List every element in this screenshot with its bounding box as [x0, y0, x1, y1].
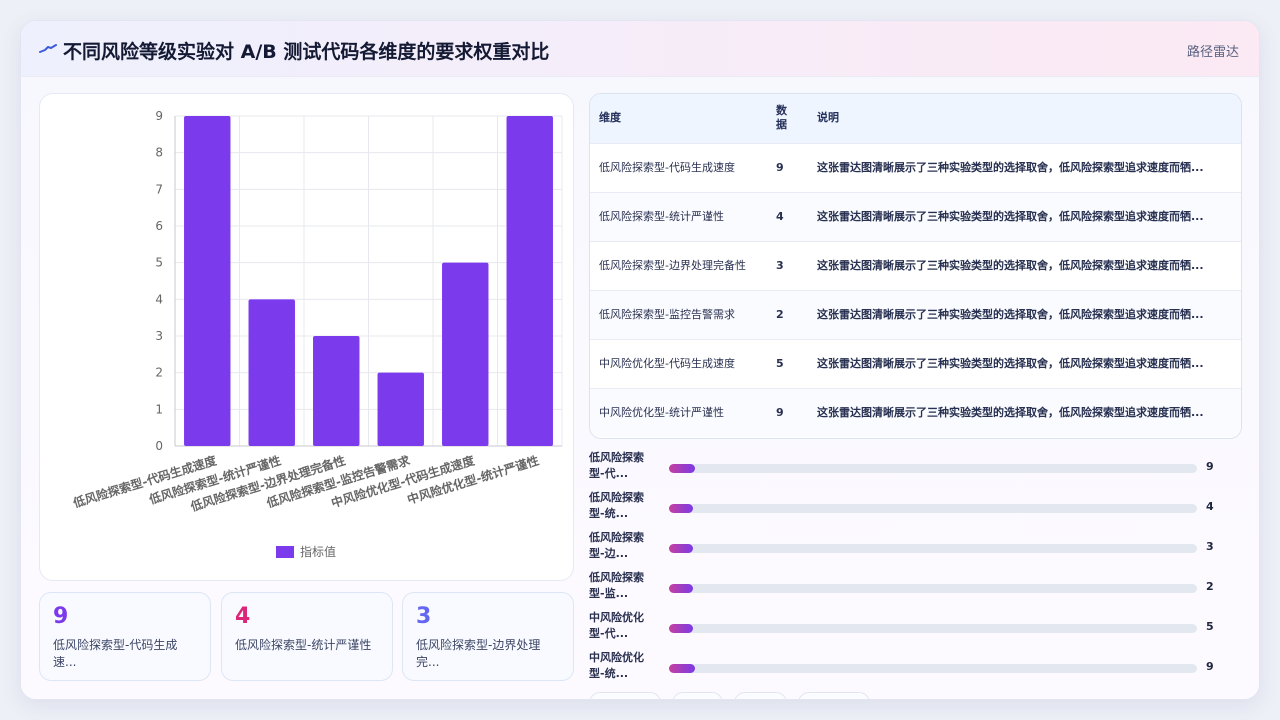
progress-label: 中风险优化型-代...	[589, 611, 644, 640]
cell-note: 这张雷达图清晰展示了三种实验类型的选择取舍，低风险探索型追求速度而牺...	[817, 307, 1204, 321]
progress-label: 低风险探索型-边...	[589, 531, 644, 560]
stat-card-1: 9 低风险探索型-代码生成速...	[39, 592, 211, 681]
bar	[248, 299, 295, 446]
bar	[506, 116, 553, 446]
y-tick-label: 4	[155, 292, 163, 306]
progress-track	[669, 544, 1197, 553]
cell-note: 这张雷达图清晰展示了三种实验类型的选择取舍，低风险探索型追求速度而牺...	[817, 160, 1204, 174]
cell-value: 9	[776, 160, 784, 174]
y-tick-label: 7	[155, 182, 163, 196]
progress-value: 5	[1206, 620, 1214, 633]
cell-value: 5	[776, 356, 784, 370]
progress-value: 9	[1206, 460, 1214, 473]
y-tick-label: 1	[155, 402, 163, 416]
cell-note: 这张雷达图清晰展示了三种实验类型的选择取舍，低风险探索型追求速度而牺...	[817, 356, 1204, 370]
stat-label: 低风险探索型-边界处理完...	[416, 638, 541, 669]
progress-track	[669, 584, 1197, 593]
table-row: 低风险探索型-监控告警需求 2 这张雷达图清晰展示了三种实验类型的选择取舍，低风险探…	[590, 290, 1241, 339]
legend-swatch	[276, 546, 294, 558]
stat-value: 4	[235, 604, 251, 629]
stat-card-2: 4 低风险探索型-统计严谨性	[221, 592, 393, 681]
progress-label: 低风险探索型-监...	[589, 571, 644, 600]
stat-card-3: 3 低风险探索型-边界处理完...	[402, 592, 574, 681]
page-title: 不同风险等级实验对 A/B 测试代码各维度的要求权重对比	[63, 41, 550, 63]
stat-label: 低风险探索型-代码生成速...	[53, 638, 178, 669]
cell-value: 4	[776, 209, 784, 223]
filter-chip-3[interactable]	[734, 692, 787, 699]
bar	[442, 262, 489, 446]
pulse-icon	[39, 44, 57, 53]
bar-chart-panel: 0 1 2 3 4 5 6 7 8 9 低风险探索型-代码生成速度 低风险探索型-统计严谨性 低风险探索…	[39, 93, 574, 581]
cell-dimension: 低风险探索型-统计严谨性	[599, 209, 724, 223]
bar	[377, 372, 424, 446]
progress-track	[669, 624, 1197, 633]
progress-fill	[669, 504, 693, 513]
stat-value: 3	[416, 604, 432, 629]
progress-label: 低风险探索型-代...	[589, 451, 644, 480]
progress-fill	[669, 464, 696, 473]
progress-fill	[669, 584, 693, 593]
progress-fill	[669, 664, 696, 673]
cell-dimension: 低风险探索型-监控告警需求	[599, 307, 735, 321]
progress-fill	[669, 544, 693, 553]
table-row: 低风险探索型-统计严谨性 4 这张雷达图清晰展示了三种实验类型的选择取舍，低风险探索…	[590, 192, 1241, 241]
cell-dimension: 低风险探索型-代码生成速度	[599, 160, 735, 174]
table-row: 中风险优化型-代码生成速度 5 这张雷达图清晰展示了三种实验类型的选择取舍，低风险探…	[590, 339, 1241, 388]
progress-row: 低风险探索型-代... 9	[589, 449, 1242, 487]
progress-fill	[669, 624, 693, 633]
progress-label: 低风险探索型-统...	[589, 491, 644, 520]
progress-row: 低风险探索型-边... 3	[589, 529, 1242, 567]
progress-value: 3	[1206, 540, 1214, 553]
progress-value: 4	[1206, 500, 1214, 513]
cell-note: 这张雷达图清晰展示了三种实验类型的选择取舍，低风险探索型追求速度而牺...	[817, 209, 1204, 223]
column-header-dimension: 维度	[599, 111, 621, 125]
cell-dimension: 中风险优化型-代码生成速度	[599, 356, 735, 370]
progress-row: 低风险探索型-统... 4	[589, 489, 1242, 527]
progress-track	[669, 504, 1197, 513]
filter-chip-2[interactable]	[672, 692, 723, 699]
legend-label: 指标值	[300, 544, 336, 559]
stat-label: 低风险探索型-统计严谨性	[235, 638, 372, 652]
bar-chart: 0123456789低风险探索型-代码生成速度低风险探索型-统计严谨性低风险探索…	[70, 109, 563, 559]
header-bar: 不同风险等级实验对 A/B 测试代码各维度的要求权重对比 路径雷达	[21, 21, 1259, 77]
y-tick-label: 9	[155, 109, 163, 123]
cell-value: 2	[776, 307, 784, 321]
data-table-panel: 维度 数据 说明 低风险探索型-代码生成速度 9 这张雷达图清晰展示了三种实验类型的…	[589, 93, 1242, 439]
table-row: 低风险探索型-代码生成速度 9 这张雷达图清晰展示了三种实验类型的选择取舍，低风险探…	[590, 143, 1241, 192]
bar	[313, 336, 360, 446]
y-tick-label: 5	[155, 256, 163, 270]
cell-note: 这张雷达图清晰展示了三种实验类型的选择取舍，低风险探索型追求速度而牺...	[817, 405, 1204, 419]
bar	[184, 116, 231, 446]
table-row: 低风险探索型-边界处理完备性 3 这张雷达图清晰展示了三种实验类型的选择取舍，低风险…	[590, 241, 1241, 290]
y-tick-label: 3	[155, 329, 163, 343]
progress-track	[669, 464, 1197, 473]
progress-row: 中风险优化型-代... 5	[589, 609, 1242, 647]
stat-value: 9	[53, 604, 69, 629]
progress-label: 中风险优化型-统...	[589, 651, 644, 680]
cell-dimension: 中风险优化型-统计严谨性	[599, 405, 724, 419]
y-tick-label: 0	[155, 439, 163, 453]
cell-dimension: 低风险探索型-边界处理完备性	[599, 258, 746, 272]
header-tag: 路径雷达	[1186, 45, 1239, 60]
progress-track	[669, 664, 1197, 673]
table-header-row: 维度 数据 说明	[590, 94, 1241, 143]
y-tick-label: 6	[155, 219, 163, 233]
y-tick-label: 8	[155, 146, 163, 160]
progress-row: 中风险优化型-统... 9	[589, 649, 1242, 687]
table-row: 中风险优化型-统计严谨性 9 这张雷达图清晰展示了三种实验类型的选择取舍，低风险探索…	[590, 388, 1241, 437]
cell-value: 3	[776, 258, 784, 272]
filter-chip-4[interactable]	[798, 692, 870, 699]
column-header-value: 数据	[776, 104, 787, 132]
column-header-note: 说明	[817, 111, 839, 125]
progress-row: 低风险探索型-监... 2	[589, 569, 1242, 607]
main-card: 不同风险等级实验对 A/B 测试代码各维度的要求权重对比 路径雷达 0 1 2 3 4 5…	[20, 20, 1260, 700]
cell-note: 这张雷达图清晰展示了三种实验类型的选择取舍，低风险探索型追求速度而牺...	[817, 258, 1204, 272]
cell-value: 9	[776, 405, 784, 419]
y-tick-label: 2	[155, 366, 163, 380]
filter-chip-1[interactable]	[589, 692, 661, 699]
progress-value: 9	[1206, 660, 1214, 673]
progress-value: 2	[1206, 580, 1214, 593]
data-table: 维度 数据 说明 低风险探索型-代码生成速度 9 这张雷达图清晰展示了三种实验类型的…	[590, 94, 1241, 437]
